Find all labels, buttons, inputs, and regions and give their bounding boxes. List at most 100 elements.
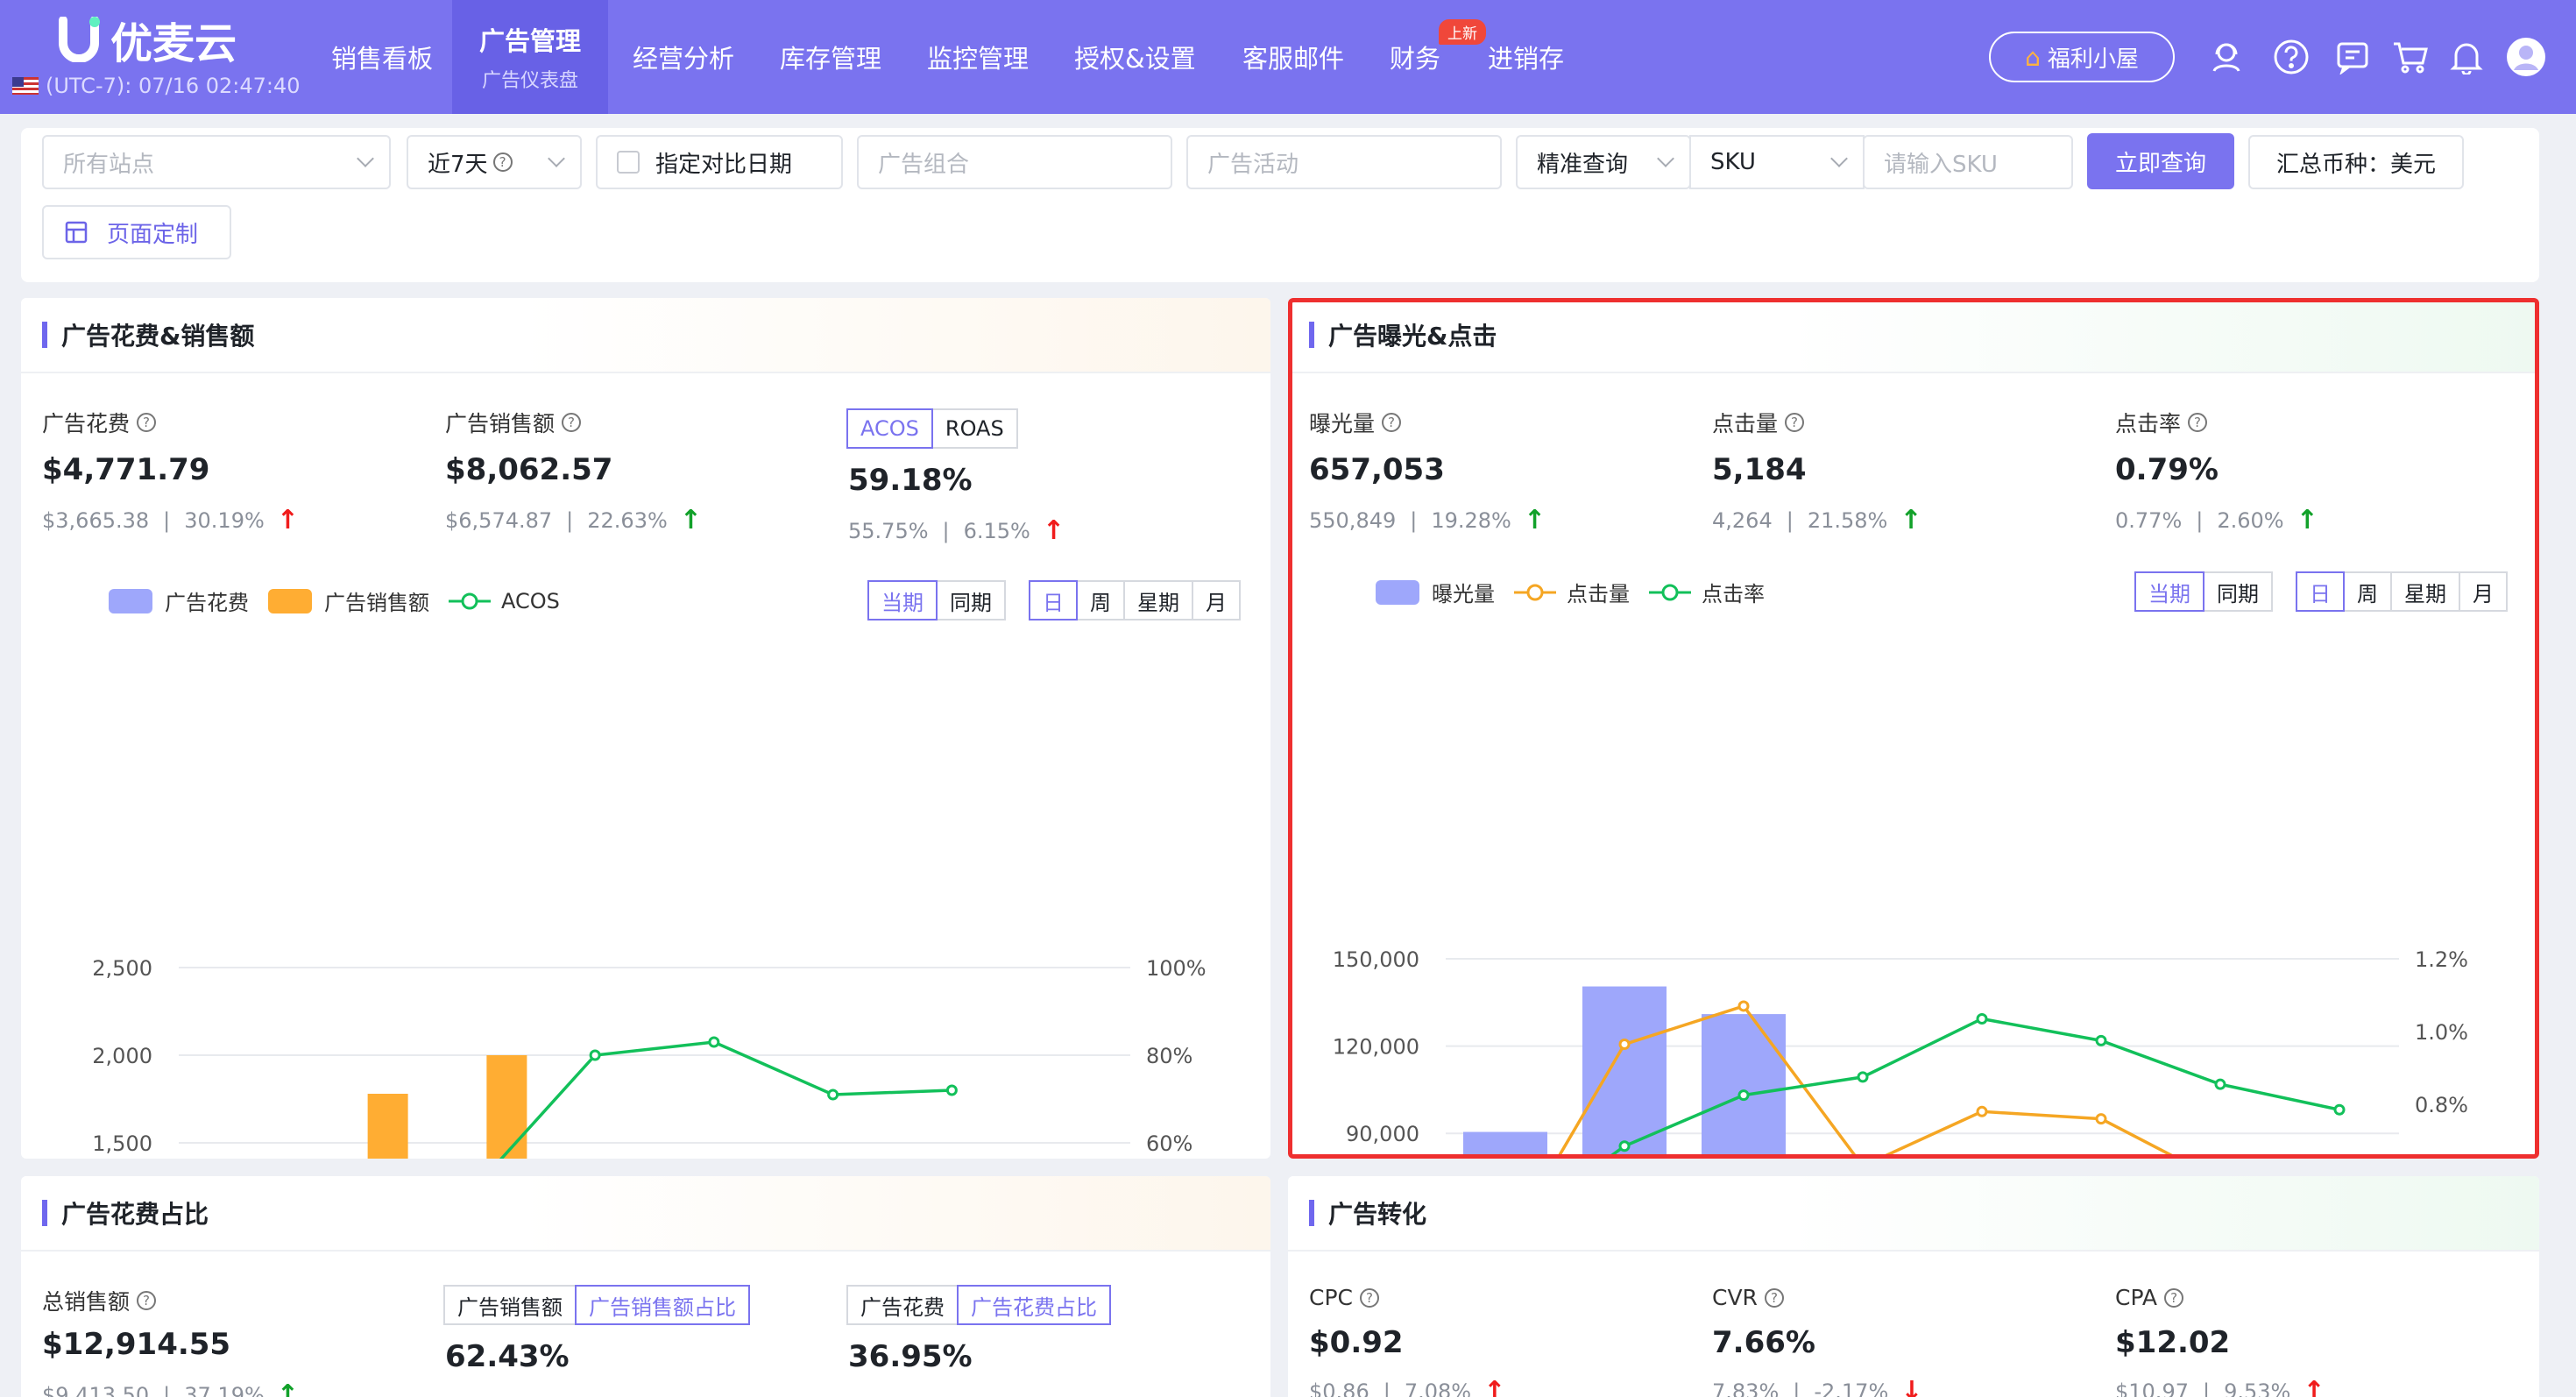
- line-point: [1737, 1000, 1750, 1012]
- help-circle-icon[interactable]: ?: [1764, 1287, 1784, 1308]
- granularity-month-button[interactable]: 月: [1192, 580, 1241, 620]
- legend-acos[interactable]: ACOS: [501, 589, 560, 613]
- nav-inventory[interactable]: 库存管理: [766, 0, 895, 114]
- nav-label: 授权&设置: [1074, 44, 1196, 74]
- us-flag-icon: [12, 77, 39, 95]
- y2-tick-label: 100%: [1146, 956, 1207, 981]
- line-point: [1857, 1071, 1869, 1083]
- line-point: [2095, 1034, 2107, 1046]
- timezone-clock: (UTC-7): 07/16 02:47:40: [12, 74, 301, 98]
- period-toggle: 当期 同期: [2134, 571, 2273, 612]
- bell-icon[interactable]: [2446, 37, 2487, 77]
- page-customize-label: 页面定制: [107, 221, 199, 248]
- roas-toggle-button[interactable]: ROAS: [931, 408, 1018, 449]
- metric-prev-value: $6,574.87: [445, 507, 553, 533]
- legend-ad-sales[interactable]: 广告销售额: [324, 585, 429, 616]
- cart-icon[interactable]: [2390, 37, 2431, 77]
- card-title: 广告花费占比: [21, 1176, 1270, 1252]
- help-icon[interactable]: [2271, 37, 2311, 77]
- metric-value-ad-spend-share: 36.95%: [848, 1339, 973, 1374]
- campaign-select[interactable]: 广告活动: [1186, 135, 1502, 189]
- nav-auth-settings[interactable]: 授权&设置: [1060, 0, 1210, 114]
- nav-business-analysis[interactable]: 经营分析: [619, 0, 748, 114]
- bar-2: [486, 1055, 527, 1159]
- nav-ad-management[interactable]: 广告管理 广告仪表盘: [452, 0, 608, 114]
- card-title: 广告曝光&点击: [1288, 298, 2539, 373]
- nav-sales-dashboard[interactable]: 销售看板: [317, 0, 447, 114]
- legend-clicks[interactable]: 点击量: [1567, 577, 1630, 607]
- help-circle-icon[interactable]: ?: [137, 1291, 157, 1310]
- nav-service-mail[interactable]: 客服邮件: [1228, 0, 1358, 114]
- granularity-day-button[interactable]: 日: [1029, 580, 1078, 620]
- ad-sales-button[interactable]: 广告销售额: [443, 1285, 577, 1325]
- metric-prev-value: 55.75%: [848, 518, 929, 543]
- welfare-button[interactable]: ⌂ 福利小屋: [1989, 32, 2175, 82]
- metric-change-pct: 30.19%: [184, 507, 265, 533]
- metric-label-total-sales: 总销售额?: [42, 1285, 157, 1316]
- page-customize-button[interactable]: 页面定制: [42, 205, 231, 259]
- granularity-week-button[interactable]: 周: [2343, 571, 2392, 612]
- help-circle-icon[interactable]: ?: [1360, 1287, 1379, 1308]
- legend-ad-spend[interactable]: 广告花费: [165, 585, 249, 616]
- metric-change-pct: 21.58%: [1807, 507, 1888, 533]
- avatar[interactable]: [2506, 37, 2546, 77]
- message-icon[interactable]: [2332, 37, 2373, 77]
- line-point: [1976, 1105, 1988, 1117]
- metric-label-ctr: 点击率?: [2115, 407, 2208, 438]
- card-title: 广告花费&销售额: [21, 298, 1270, 373]
- nav-monitoring[interactable]: 监控管理: [913, 0, 1043, 114]
- granularity-weekday-button[interactable]: 星期: [2390, 571, 2460, 612]
- metric-label-cvr: CVR?: [1712, 1285, 1784, 1310]
- legend-impressions[interactable]: 曝光量: [1432, 577, 1495, 607]
- help-circle-icon[interactable]: ?: [2164, 1287, 2184, 1308]
- nav-finance[interactable]: 财务: [1376, 0, 1454, 114]
- sku-input[interactable]: 请输入SKU: [1863, 135, 2073, 189]
- metric-label-impressions: 曝光量?: [1309, 407, 1402, 438]
- checkbox-icon[interactable]: [617, 151, 640, 174]
- granularity-week-button[interactable]: 周: [1076, 580, 1125, 620]
- line-point: [945, 1084, 958, 1096]
- help-circle-icon[interactable]: ?: [2188, 413, 2208, 432]
- query-button[interactable]: 立即查询: [2087, 133, 2234, 189]
- top-nav-bar: 优麦云 (UTC-7): 07/16 02:47:40 销售看板 广告管理 广告…: [0, 0, 2576, 114]
- bar-2: [367, 1094, 408, 1159]
- help-circle-icon[interactable]: ?: [137, 413, 157, 432]
- line-point: [1737, 1089, 1750, 1102]
- metric-prev-value: 7.83%: [1712, 1379, 1780, 1397]
- sku-input-placeholder: 请输入SKU: [1884, 151, 1998, 178]
- user-service-icon[interactable]: [2206, 37, 2247, 77]
- metric-prev-value: 0.77%: [2115, 507, 2183, 533]
- current-period-button[interactable]: 当期: [2134, 571, 2204, 612]
- metric-change-pct: 37.19%: [184, 1382, 265, 1397]
- granularity-weekday-button[interactable]: 星期: [1123, 580, 1193, 620]
- site-select[interactable]: 所有站点: [42, 135, 391, 189]
- logo-mark-icon: [59, 17, 100, 62]
- acos-toggle-button[interactable]: ACOS: [846, 408, 933, 449]
- granularity-day-button[interactable]: 日: [2296, 571, 2345, 612]
- help-circle-icon[interactable]: ?: [1785, 413, 1805, 432]
- ad-sales-share-button[interactable]: 广告销售额占比: [575, 1285, 750, 1325]
- granularity-toggle: 日 周 星期 月: [2296, 571, 2508, 612]
- currency-select[interactable]: 汇总币种：美元: [2248, 135, 2464, 189]
- same-period-button[interactable]: 同期: [936, 580, 1006, 620]
- help-circle-icon[interactable]: ?: [1382, 413, 1402, 432]
- current-period-button[interactable]: 当期: [867, 580, 938, 620]
- granularity-month-button[interactable]: 月: [2459, 571, 2508, 612]
- legend-ctr[interactable]: 点击率: [1702, 577, 1765, 607]
- match-type-select[interactable]: 精准查询: [1516, 135, 1691, 189]
- same-period-button[interactable]: 同期: [2203, 571, 2273, 612]
- ad-group-select[interactable]: 广告组合: [857, 135, 1172, 189]
- metric-prev-value: $3,665.38: [42, 507, 150, 533]
- bar-1: [1702, 1014, 1786, 1159]
- ad-spend-button[interactable]: 广告花费: [846, 1285, 959, 1325]
- ad-spend-share-button[interactable]: 广告花费占比: [957, 1285, 1111, 1325]
- compare-date-checkbox[interactable]: 指定对比日期: [596, 135, 843, 189]
- nav-purchase-sales-stock[interactable]: 进销存: [1474, 0, 1578, 114]
- search-field-select[interactable]: SKU: [1689, 135, 1865, 189]
- metric-value-ad-sales-share: 62.43%: [445, 1339, 570, 1374]
- date-range-select[interactable]: 近7天?: [407, 135, 582, 189]
- help-circle-icon[interactable]: ?: [562, 413, 582, 432]
- brand-logo[interactable]: 优麦云: [58, 12, 237, 68]
- nav-label: 监控管理: [927, 44, 1030, 74]
- metric-label-text: 广告销售额: [445, 411, 556, 436]
